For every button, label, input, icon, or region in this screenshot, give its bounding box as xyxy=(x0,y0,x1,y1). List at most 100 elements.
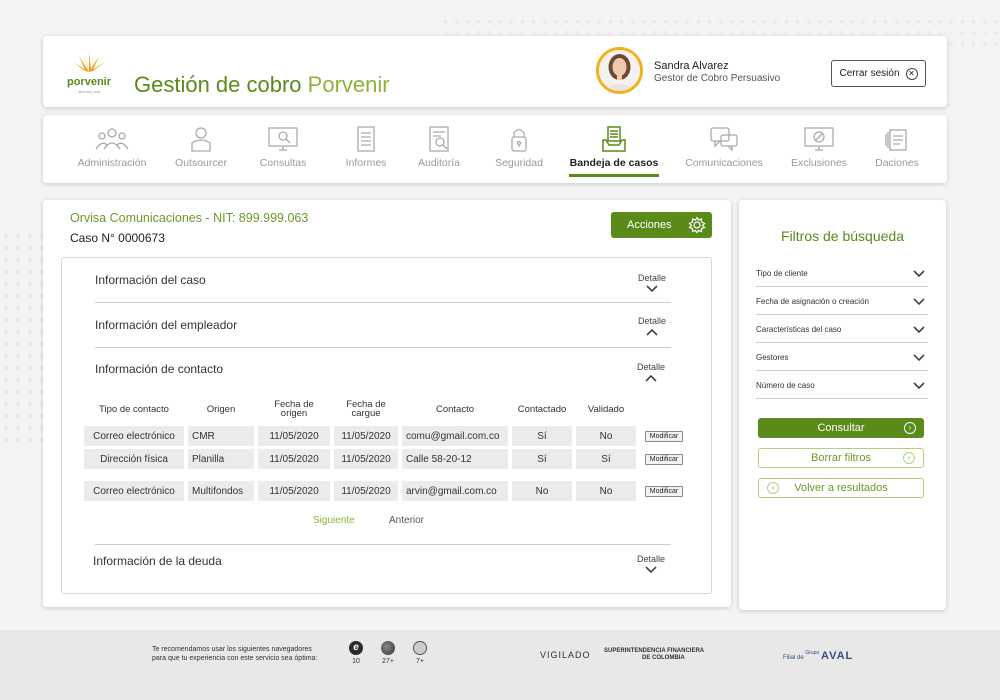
nav-item-comunicaciones[interactable]: Comunicaciones xyxy=(679,125,769,169)
company-info: Orvisa Comunicaciones - NIT: 899.999.063 xyxy=(70,211,309,225)
browser-firefox[interactable]: 27+ xyxy=(380,641,396,665)
section-info-empleador[interactable]: Información del empleador Detalle xyxy=(95,303,671,348)
cell-contacto: Calle 58-20-12 xyxy=(402,449,508,469)
cell-fecha-origen: 11/05/2020 xyxy=(258,426,330,446)
column-header: Fecha de cargue xyxy=(346,399,386,419)
aval-prefix: Filial de xyxy=(783,655,804,661)
table-row: Dirección física Planilla 11/05/2020 11/… xyxy=(84,449,688,469)
case-detail-container: Información del caso Detalle Información… xyxy=(61,257,712,594)
filter-numero-caso[interactable]: Número de caso xyxy=(756,372,928,399)
modify-button[interactable]: Modificar xyxy=(644,486,684,497)
recommend-line: Te recomendamos usar los siguientes nave… xyxy=(152,646,312,653)
filter-fecha-asignacion[interactable]: Fecha de asignación o creación xyxy=(756,288,928,315)
avatar[interactable] xyxy=(596,47,643,94)
nav-item-informes[interactable]: Informes xyxy=(333,125,399,169)
vigilado-label: VIGILADO xyxy=(540,650,591,660)
case-number: Caso N° 0000673 xyxy=(70,231,165,245)
user-name: Sandra Alvarez xyxy=(654,60,729,72)
nav-item-bandeja-de-casos[interactable]: Bandeja de casos xyxy=(569,125,659,177)
nav-item-administracion[interactable]: Administración xyxy=(71,125,153,169)
consultar-button[interactable]: Consultar › xyxy=(758,418,924,438)
nav-item-auditoria[interactable]: Auditoría xyxy=(409,125,469,169)
cell-contactado: No xyxy=(512,481,572,501)
arrow-right-circle-icon: › xyxy=(904,422,916,434)
clear-filters-button[interactable]: Borrar filtros › xyxy=(758,448,924,468)
spacer-cell xyxy=(84,472,688,478)
filter-label: Número de caso xyxy=(756,380,815,390)
nav-label: Exclusiones xyxy=(790,157,848,169)
close-circle-icon: ✕ xyxy=(905,67,918,80)
nav-label: Consultas xyxy=(259,157,307,169)
nav-item-consultas[interactable]: Consultas xyxy=(250,125,316,169)
user-role: Gestor de Cobro Persuasivo xyxy=(654,73,781,84)
clear-filters-label: Borrar filtros xyxy=(811,452,871,464)
filter-caracteristicas[interactable]: Características del caso xyxy=(756,316,928,343)
table-row: Correo electrónico Multifondos 11/05/202… xyxy=(84,481,688,501)
detail-toggle[interactable]: Detalle xyxy=(638,273,666,293)
monitor-search-icon xyxy=(268,127,298,151)
page-footer: Te recomendamos usar los siguientes nave… xyxy=(0,630,1000,700)
cell-fecha-origen: 11/05/2020 xyxy=(258,449,330,469)
nav-label: Administración xyxy=(77,157,147,169)
filter-label: Características del caso xyxy=(756,324,842,334)
chevron-up-icon xyxy=(645,374,657,382)
filter-label: Fecha de asignación o creación xyxy=(756,296,869,306)
nav-label: Comunicaciones xyxy=(685,157,763,169)
browser-safari[interactable]: 7+ xyxy=(412,641,428,665)
back-to-results-button[interactable]: ‹ Volver a resultados xyxy=(758,478,924,498)
document-lines-icon xyxy=(357,126,375,152)
grupo-aval-logo: Filial de Grupo AVAL xyxy=(783,650,853,662)
consultar-label: Consultar xyxy=(817,422,865,434)
cell-action: Modificar xyxy=(640,426,688,446)
browser-version: 27+ xyxy=(382,658,394,665)
cell-action: Modificar xyxy=(640,449,688,469)
cell-origen: CMR xyxy=(188,426,254,446)
column-header: Validado xyxy=(587,403,625,415)
page-title: Gestión de cobro Porvenir xyxy=(134,72,390,98)
logo-tagline: otra hay una xyxy=(77,89,101,94)
chevron-up-icon xyxy=(646,328,658,336)
aval-brand: AVAL xyxy=(820,650,854,662)
users-group-icon xyxy=(95,128,129,150)
nav-label: Outsourcer xyxy=(175,157,227,169)
title-main: Gestión de cobro xyxy=(134,72,302,97)
nav-label: Bandeja de casos xyxy=(569,157,659,169)
monitor-block-icon xyxy=(804,127,834,151)
detail-toggle[interactable]: Detalle xyxy=(638,316,666,336)
cell-fecha-cargue: 11/05/2020 xyxy=(334,481,398,501)
column-header: Contacto xyxy=(435,403,475,415)
next-page-link[interactable]: Siguiente xyxy=(313,515,355,526)
sun-logo-icon xyxy=(73,52,105,72)
nav-item-exclusiones[interactable]: Exclusiones xyxy=(787,125,851,169)
recommend-line: para que tu experiencia con este servici… xyxy=(152,655,318,662)
logout-label: Cerrar sesión xyxy=(839,68,900,79)
browser-ie[interactable]: e 10 xyxy=(348,641,364,665)
nav-item-daciones[interactable]: Daciones xyxy=(869,125,925,169)
prev-page-link[interactable]: Anterior xyxy=(389,515,424,526)
nav-item-outsourcer[interactable]: Outsourcer xyxy=(165,125,237,169)
section-info-caso[interactable]: Información del caso Detalle xyxy=(95,258,671,303)
nav-item-seguridad[interactable]: Seguridad xyxy=(487,125,551,169)
section-divider xyxy=(95,544,671,545)
detail-toggle[interactable]: Detalle xyxy=(637,554,665,574)
logout-button[interactable]: Cerrar sesión ✕ xyxy=(831,60,926,87)
gear-icon xyxy=(688,216,706,234)
filter-label: Tipo de cliente xyxy=(756,268,808,278)
cell-contactado: Sí xyxy=(512,426,572,446)
cell-tipo: Correo electrónico xyxy=(84,481,184,501)
detail-toggle[interactable]: Detalle xyxy=(637,362,665,382)
section-title-contacto: Información de contacto xyxy=(95,362,224,376)
contacts-table: Tipo de contacto Origen Fecha de origen … xyxy=(80,392,692,504)
porvenir-logo[interactable]: porvenir otra hay una xyxy=(65,50,113,94)
filter-gestores[interactable]: Gestores xyxy=(756,344,928,371)
detail-label: Detalle xyxy=(636,554,665,564)
modify-button[interactable]: Modificar xyxy=(644,431,684,442)
chevron-down-icon xyxy=(913,326,925,334)
modify-button[interactable]: Modificar xyxy=(644,454,684,465)
actions-button[interactable]: Acciones xyxy=(611,212,712,238)
chevron-down-icon xyxy=(913,298,925,306)
cell-validado: No xyxy=(576,426,636,446)
column-header: Tipo de contacto xyxy=(99,403,169,415)
filter-tipo-cliente[interactable]: Tipo de cliente xyxy=(756,260,928,287)
table-header-row: Tipo de contacto Origen Fecha de origen … xyxy=(84,395,688,423)
